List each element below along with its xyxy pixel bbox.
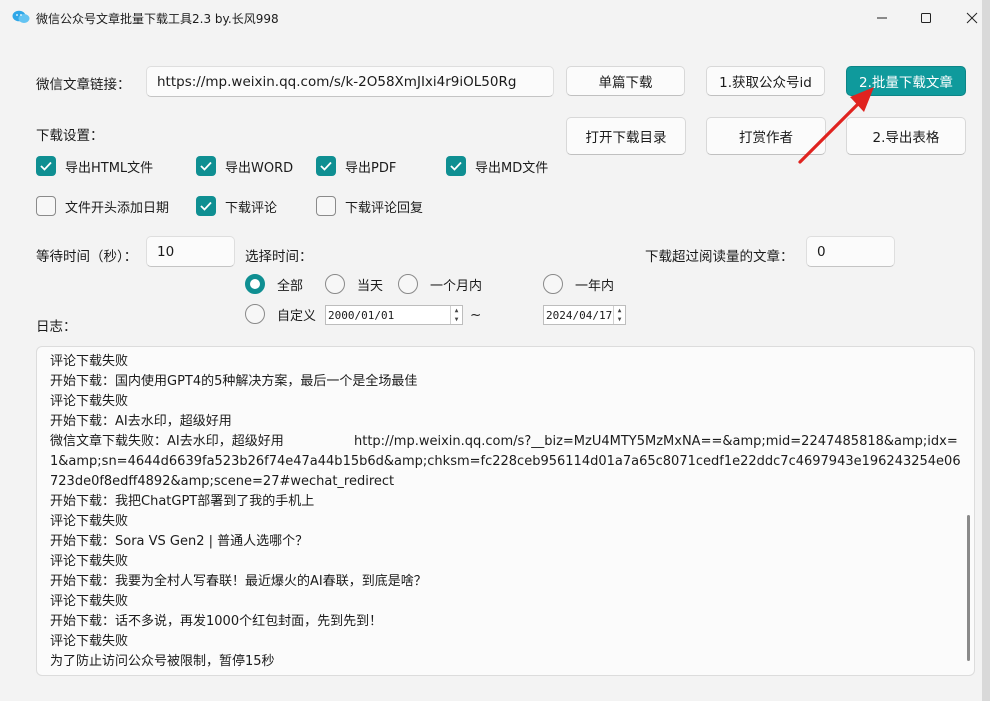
log-line: 为了防止访问公众号被限制，暂停15秒 (50, 654, 275, 669)
radio-selected-icon (245, 274, 265, 294)
log-line: 评论下载失败 (50, 354, 129, 369)
log-line: 开始下载：话不多说，再发1000个红包封面，先到先到！ (50, 614, 383, 629)
end-date-spinner[interactable]: ▲ ▼ (613, 306, 625, 324)
log-line: 开始下载：Sora VS Gen2 | 普通人选哪个？ (50, 534, 309, 549)
log-line: 评论下载失败 (50, 634, 129, 649)
radio-custom[interactable]: 自定义 (245, 304, 316, 324)
checkbox-empty-icon (316, 196, 336, 216)
checkbox-label: 导出PDF (345, 160, 397, 176)
radio-empty-icon (543, 274, 563, 294)
log-label: 日志： (36, 319, 77, 335)
check-icon (36, 156, 56, 176)
time-label: 选择时间： (245, 249, 313, 265)
log-line: 评论下载失败 (50, 394, 129, 409)
radio-label: 一个月内 (430, 278, 483, 294)
spin-up-icon[interactable]: ▲ (614, 306, 625, 315)
spin-down-icon[interactable]: ▼ (451, 315, 462, 324)
check-icon (196, 196, 216, 216)
log-line: 微信文章下载失败：AI去水印，超级好用 http://mp.weixin.qq.… (50, 434, 961, 489)
wait-input[interactable]: 10 (146, 236, 235, 267)
date-range-tilde: ~ (470, 307, 482, 323)
checkbox-label: 导出HTML文件 (65, 160, 154, 176)
log-lines: 开始下载：常用的6个的ChatGPT网站，国内可用！评论下载失败开始下载：国内使… (50, 347, 962, 672)
radio-year[interactable]: 一年内 (543, 274, 614, 294)
radio-today[interactable]: 当天 (325, 274, 383, 294)
checkbox-label: 导出MD文件 (475, 160, 549, 176)
spin-down-icon[interactable]: ▼ (614, 315, 625, 324)
minimize-icon (877, 17, 887, 19)
start-date-spinner[interactable]: ▲ ▼ (450, 306, 462, 324)
single-download-button[interactable]: 单篇下载 (566, 66, 685, 96)
title-bar: 微信公众号文章批量下载工具2.3 by.长风998 (0, 0, 982, 36)
log-textarea[interactable]: 开始下载：常用的6个的ChatGPT网站，国内可用！评论下载失败开始下载：国内使… (36, 346, 975, 676)
radio-all[interactable]: 全部 (245, 274, 303, 294)
radio-month[interactable]: 一个月内 (398, 274, 482, 294)
checkbox-add-date[interactable]: 文件开头添加日期 (36, 196, 169, 216)
end-date-value: 2024/04/17 (546, 308, 613, 322)
radio-empty-icon (398, 274, 418, 294)
checkbox-label: 文件开头添加日期 (65, 200, 170, 216)
checkbox-download-replies[interactable]: 下载评论回复 (316, 196, 423, 216)
background-strip (982, 0, 990, 701)
log-line: 评论下载失败 (50, 554, 129, 569)
checkbox-export-md[interactable]: 导出MD文件 (446, 156, 548, 176)
settings-label: 下载设置： (36, 128, 104, 144)
log-line: 评论下载失败 (50, 594, 129, 609)
log-line: 开始下载：我要为全村人写春联！最近爆火的AI春联，到底是啥？ (50, 574, 427, 589)
maximize-button[interactable] (903, 0, 949, 36)
checkbox-export-html[interactable]: 导出HTML文件 (36, 156, 153, 176)
read-count-label: 下载超过阅读量的文章： (645, 249, 794, 265)
log-line: 开始下载：我把ChatGPT部署到了我的手机上 (50, 494, 315, 509)
radio-label: 全部 (277, 278, 304, 294)
checkbox-export-word[interactable]: 导出WORD (196, 156, 293, 176)
url-label: 微信文章链接： (36, 77, 131, 93)
log-line: 评论下载失败 (50, 514, 129, 529)
end-date-input[interactable]: 2024/04/17 ▲ ▼ (543, 305, 626, 325)
checkbox-empty-icon (36, 196, 56, 216)
open-dir-button[interactable]: 打开下载目录 (566, 117, 686, 155)
maximize-icon (921, 13, 931, 23)
log-scrollbar[interactable] (967, 515, 970, 661)
checkbox-label: 下载评论 (225, 200, 278, 216)
close-icon (966, 12, 978, 24)
log-line: 开始下载：国内使用GPT4的5种解决方案，最后一个是全场最佳 (50, 374, 418, 389)
check-icon (316, 156, 336, 176)
minimize-button[interactable] (859, 0, 905, 36)
log-line: 开始下载：AI去水印，超级好用 (50, 414, 232, 429)
app-window: 微信公众号文章批量下载工具2.3 by.长风998 微信文章链接： https:… (0, 0, 982, 701)
checkbox-export-pdf[interactable]: 导出PDF (316, 156, 396, 176)
checkbox-label: 导出WORD (225, 160, 294, 176)
wait-label: 等待时间（秒）： (36, 249, 138, 265)
check-icon (446, 156, 466, 176)
red-arrow-annotation (798, 87, 874, 164)
wechat-icon (12, 10, 30, 23)
checkbox-label: 下载评论回复 (345, 200, 424, 216)
radio-label: 一年内 (575, 278, 615, 294)
read-count-input[interactable]: 0 (806, 236, 895, 267)
window-title: 微信公众号文章批量下载工具2.3 by.长风998 (36, 12, 279, 26)
radio-empty-icon (325, 274, 345, 294)
check-icon (196, 156, 216, 176)
checkbox-download-comments[interactable]: 下载评论 (196, 196, 277, 216)
spin-up-icon[interactable]: ▲ (451, 306, 462, 315)
url-input[interactable]: https://mp.weixin.qq.com/s/k-2O58XmJIxi4… (146, 66, 554, 97)
radio-label: 当天 (357, 278, 384, 294)
start-date-input[interactable]: 2000/01/01 ▲ ▼ (325, 305, 463, 325)
start-date-value: 2000/01/01 (328, 308, 395, 322)
radio-empty-icon (245, 304, 265, 324)
radio-label: 自定义 (277, 308, 317, 324)
